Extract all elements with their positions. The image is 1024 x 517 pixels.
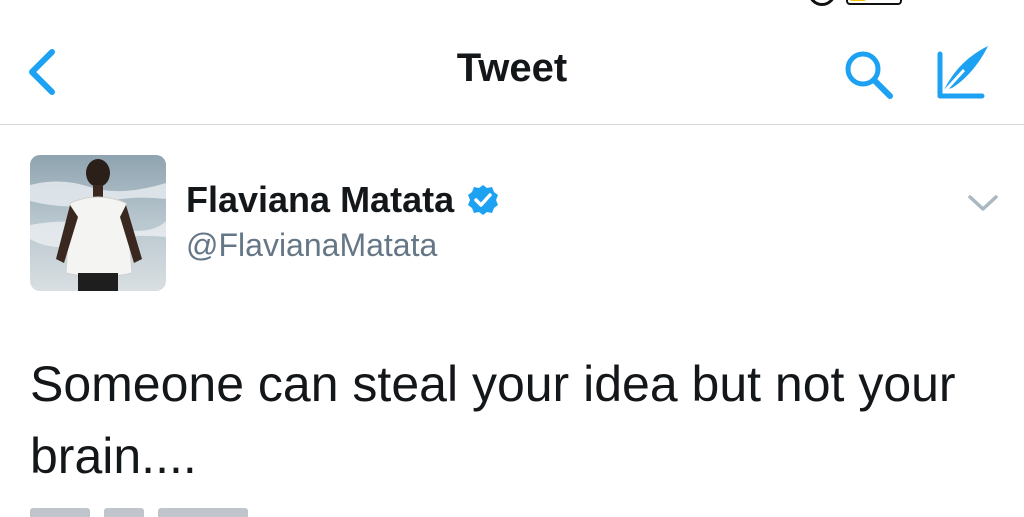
tweet-text: Someone can steal your idea but not your… xyxy=(30,356,956,484)
author-avatar[interactable] xyxy=(30,155,166,291)
status-bar xyxy=(0,0,1024,8)
author-name[interactable]: Flaviana Matata xyxy=(186,179,454,221)
chevron-down-icon[interactable] xyxy=(966,191,1000,215)
tweet-timestamp-row xyxy=(30,508,330,517)
compose-icon[interactable] xyxy=(930,40,994,104)
status-right xyxy=(808,0,902,6)
rotation-lock-icon xyxy=(808,0,836,6)
tweet-header: Flaviana Matata @FlavianaMatata xyxy=(30,155,1000,295)
author-name-row: Flaviana Matata xyxy=(186,179,500,221)
navigation-bar: Tweet xyxy=(0,20,1024,125)
battery-icon xyxy=(846,0,902,5)
tweet-detail-screen: Tweet Flaviana Matata @FlavianaMatata So… xyxy=(0,0,1024,517)
verified-badge-icon xyxy=(468,185,499,215)
author-handle[interactable]: @FlavianaMatata xyxy=(186,227,437,264)
search-icon[interactable] xyxy=(838,44,898,104)
